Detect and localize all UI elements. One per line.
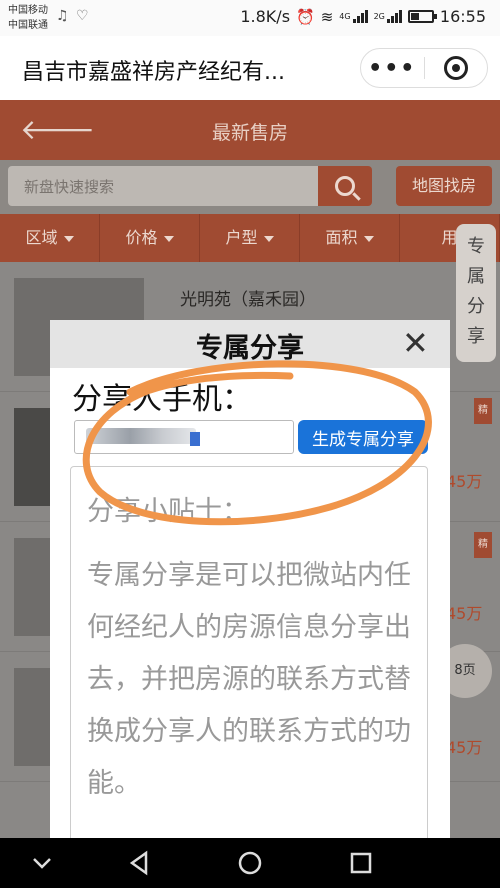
listing-price: 45万 <box>446 604 483 623</box>
filter-label: 面积 <box>325 228 358 247</box>
network-1-label: 4G <box>339 12 351 21</box>
filter-label: 户型 <box>225 228 258 247</box>
caret-down-icon <box>63 235 74 242</box>
filter-label: 区域 <box>25 228 58 247</box>
status-right: 1.8K/s ⏰ ≋ 4G 2G 16:55 <box>240 7 486 26</box>
system-nav-bar <box>0 838 500 888</box>
filter-price[interactable]: 价格 <box>100 214 200 262</box>
battery-icon <box>407 10 437 23</box>
app-title-bar: 昌吉市嘉盛祥房产经纪有... ••• <box>0 36 500 100</box>
page-header: 🡐 最新售房 <box>0 100 500 160</box>
side-share-label: 专属分享 <box>467 236 485 347</box>
carrier-info: 中国移动 中国联通 <box>8 3 48 33</box>
notification-icon: ♫ <box>56 8 69 24</box>
listing-price: 45万 <box>446 738 483 757</box>
target-icon <box>443 56 468 80</box>
close-miniprogram-button[interactable] <box>425 56 488 80</box>
signal-1-icon <box>352 10 368 23</box>
caret-down-icon <box>263 235 274 242</box>
search-input[interactable]: 新盘快速搜索 <box>8 166 318 206</box>
caret-down-icon <box>363 235 374 242</box>
map-search-button[interactable]: 地图找房 <box>396 166 492 206</box>
filter-area[interactable]: 区域 <box>0 214 100 262</box>
tips-body: 专属分享是可以把微站内任何经纪人的房源信息分享出去，并把房源的联系方式替换成分享… <box>87 560 411 799</box>
app-title: 昌吉市嘉盛祥房产经纪有... <box>22 60 285 85</box>
highlight-annotation <box>82 360 432 526</box>
side-share-tab[interactable]: 专属分享 <box>456 224 496 362</box>
filter-size[interactable]: 面积 <box>300 214 400 262</box>
page-title: 最新售房 <box>211 122 288 144</box>
more-icon[interactable]: ••• <box>361 56 424 81</box>
featured-tag: 精 <box>474 532 492 558</box>
featured-tag: 精 <box>474 398 492 424</box>
nav-home-icon[interactable] <box>236 846 264 880</box>
listing-price: 45万 <box>446 472 483 491</box>
nav-back-icon[interactable] <box>126 846 152 880</box>
signal-2-icon <box>386 10 402 23</box>
carrier-2: 中国联通 <box>8 20 48 31</box>
health-icon: ♡ <box>76 8 89 24</box>
listing-title: 光明苑（嘉禾园） <box>180 290 316 310</box>
alarm-icon: ⏰ <box>296 7 315 26</box>
carrier-1: 中国移动 <box>8 5 48 16</box>
wifi-icon: ≋ <box>320 7 334 26</box>
clock: 16:55 <box>439 7 486 26</box>
nav-down-icon[interactable] <box>30 846 54 880</box>
filter-label: 价格 <box>125 228 158 247</box>
network-speed: 1.8K/s <box>240 7 291 26</box>
filter-bar: 区域 价格 户型 面积 用 <box>0 214 500 262</box>
nav-recent-icon[interactable] <box>348 846 374 880</box>
capsule-menu: ••• <box>360 48 488 88</box>
search-icon <box>335 176 355 196</box>
search-button[interactable] <box>318 166 372 206</box>
status-bar: 中国移动 中国联通 ♫ ♡ 1.8K/s ⏰ ≋ 4G 2G 16:55 <box>0 0 500 36</box>
search-row: 新盘快速搜索 地图找房 <box>0 160 500 214</box>
network-2-label: 2G <box>373 12 385 21</box>
caret-down-icon <box>163 235 174 242</box>
filter-layout[interactable]: 户型 <box>200 214 300 262</box>
